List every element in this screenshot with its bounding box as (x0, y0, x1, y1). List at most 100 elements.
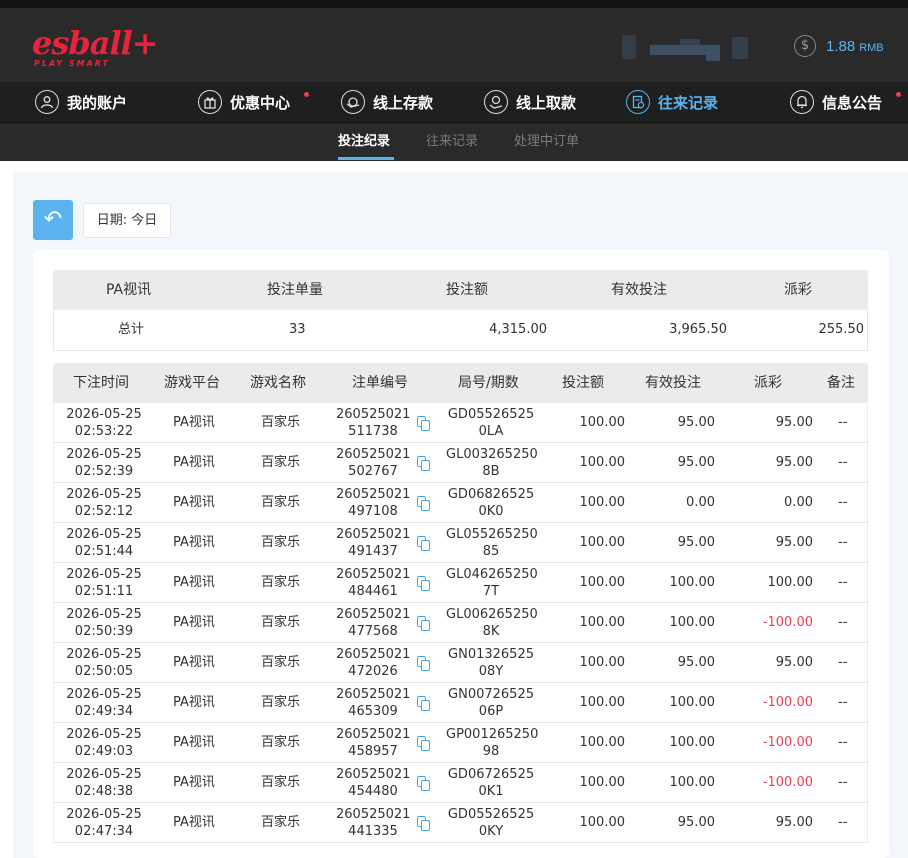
nav-label: 往来记录 (658, 93, 719, 112)
valid-bet-cell: 100.00 (669, 695, 716, 710)
bet-date: 2026-05-25 (66, 407, 142, 422)
back-button[interactable]: ↶ (33, 200, 73, 240)
table-row: 2026-05-25 02:49:34 PA视讯 百家乐 260525021 465309… (53, 683, 868, 723)
table-row: 2026-05-25 02:53:22 PA视讯 百家乐 260525021 511738… (53, 403, 868, 443)
round-part1: GL006265250 (446, 607, 538, 622)
copy-icon[interactable] (417, 816, 430, 831)
bet-amount-cell: 100.00 (579, 735, 626, 750)
payout-cell: 95.00 (775, 655, 813, 670)
valid-bet-cell: 100.00 (669, 615, 716, 630)
bet-date: 2026-05-25 (66, 647, 142, 662)
bet-amount-cell: 100.00 (579, 615, 626, 630)
nav-records[interactable]: 往来记录 (626, 82, 718, 122)
bet-amount-cell: 100.00 (579, 575, 626, 590)
round-part1: GN01326525 (448, 647, 534, 662)
summary-count: 33 (289, 322, 306, 337)
bet-time-cell: 2026-05-25 02:49:34 (65, 686, 143, 720)
copy-icon[interactable] (417, 776, 430, 791)
bet-id-cell: 260525021 458957 (336, 726, 410, 760)
announcement-notification-dot (896, 92, 901, 97)
valid-bet-cell: 95.00 (677, 815, 715, 830)
bet-amount-cell: 100.00 (579, 815, 626, 830)
bet-time: 02:50:05 (74, 664, 134, 679)
col-payout: 派彩 (754, 375, 782, 391)
summary-header-valid: 有效投注 (611, 282, 667, 298)
bell-icon (790, 90, 814, 114)
round-part1: GL046265250 (446, 567, 538, 582)
table-header: 下注时间 游戏平台 游戏名称 注单编号 局号/期数 投注额 有效投注 派彩 备注 (53, 363, 868, 403)
bet-time: 02:52:39 (74, 464, 134, 479)
tab-transactions[interactable]: 往来记录 (426, 123, 478, 161)
bet-time-cell: 2026-05-25 02:50:05 (65, 646, 143, 680)
bet-id-cell: 260525021 511738 (336, 406, 410, 440)
note-cell: -- (838, 575, 848, 590)
copy-icon[interactable] (417, 616, 430, 631)
valid-bet-cell: 95.00 (677, 455, 715, 470)
game-cell: 百家乐 (261, 775, 301, 790)
bet-amount-cell: 100.00 (579, 495, 626, 510)
bet-id-part2: 465309 (348, 704, 398, 719)
bet-id-part1: 260525021 (336, 447, 411, 462)
game-cell: 百家乐 (261, 815, 301, 830)
table-row: 2026-05-25 02:49:03 PA视讯 百家乐 260525021 458957… (53, 723, 868, 763)
nav-announcements[interactable]: 信息公告 (790, 82, 882, 122)
bet-time: 02:49:34 (74, 704, 134, 719)
bet-amount-cell: 100.00 (579, 535, 626, 550)
game-cell: 百家乐 (261, 495, 301, 510)
balance-value: 1.88 (826, 37, 856, 55)
logo[interactable]: esball+ PLAY SMART (32, 24, 159, 68)
game-cell: 百家乐 (261, 655, 301, 670)
copy-icon[interactable] (417, 696, 430, 711)
round-part2: 98 (482, 744, 500, 759)
bet-id-part1: 260525021 (336, 407, 411, 422)
copy-icon[interactable] (417, 736, 430, 751)
round-part1: GD05526525 (447, 407, 535, 422)
copy-icon[interactable] (417, 416, 430, 431)
date-filter-button[interactable]: 日期: 今日 (83, 203, 171, 238)
copy-icon[interactable] (417, 496, 430, 511)
nav-label: 信息公告 (822, 93, 883, 112)
withdraw-icon (484, 90, 508, 114)
records-icon (626, 90, 650, 114)
round-part1: GL003265250 (446, 447, 538, 462)
bet-time-cell: 2026-05-25 02:52:39 (65, 446, 143, 480)
promo-notification-dot (304, 92, 309, 97)
bet-id-part1: 260525021 (336, 767, 411, 782)
platform-cell: PA视讯 (173, 615, 215, 630)
bet-date: 2026-05-25 (66, 447, 142, 462)
tab-bet-records[interactable]: 投注纪录 (338, 123, 390, 161)
top-strip (0, 0, 908, 8)
game-cell: 百家乐 (261, 735, 301, 750)
nav-withdraw[interactable]: 线上取款 (484, 82, 576, 122)
platform-cell: PA视讯 (173, 815, 215, 830)
bet-time: 02:48:38 (74, 784, 134, 799)
round-cell: GD05526525 0LA (446, 406, 536, 440)
valid-bet-cell: 95.00 (677, 655, 715, 670)
round-part1: GN00726525 (448, 687, 534, 702)
copy-icon[interactable] (417, 456, 430, 471)
logo-text: esball+ (32, 24, 159, 62)
user-icon (35, 90, 59, 114)
round-part2: 0KY (478, 824, 504, 839)
nav-my-account[interactable]: 我的账户 (35, 82, 127, 122)
table-body: 2026-05-25 02:53:22 PA视讯 百家乐 260525021 511738… (53, 403, 868, 843)
copy-icon[interactable] (417, 656, 430, 671)
copy-icon[interactable] (417, 576, 430, 591)
bet-id-part2: 511738 (348, 424, 398, 439)
sub-nav: 投注纪录 往来记录 处理中订单 (0, 123, 908, 161)
bet-id-part2: 458957 (348, 744, 398, 759)
nav-promotions[interactable]: 优惠中心 (198, 82, 290, 122)
round-part1: GD05526525 (447, 807, 535, 822)
nav-deposit[interactable]: 线上存款 (341, 82, 433, 122)
summary-payout: 255.50 (818, 322, 865, 337)
round-cell: GN01326525 08Y (446, 646, 536, 680)
bet-id-cell: 260525021 502767 (336, 446, 410, 480)
payout-cell: 95.00 (775, 455, 813, 470)
bet-id-part2: 484461 (348, 584, 398, 599)
round-part2: 0LA (478, 424, 504, 439)
nav-label: 线上存款 (373, 93, 434, 112)
tab-pending-orders[interactable]: 处理中订单 (514, 123, 579, 161)
bet-id-part1: 260525021 (336, 647, 411, 662)
bet-amount-cell: 100.00 (579, 695, 626, 710)
copy-icon[interactable] (417, 536, 430, 551)
